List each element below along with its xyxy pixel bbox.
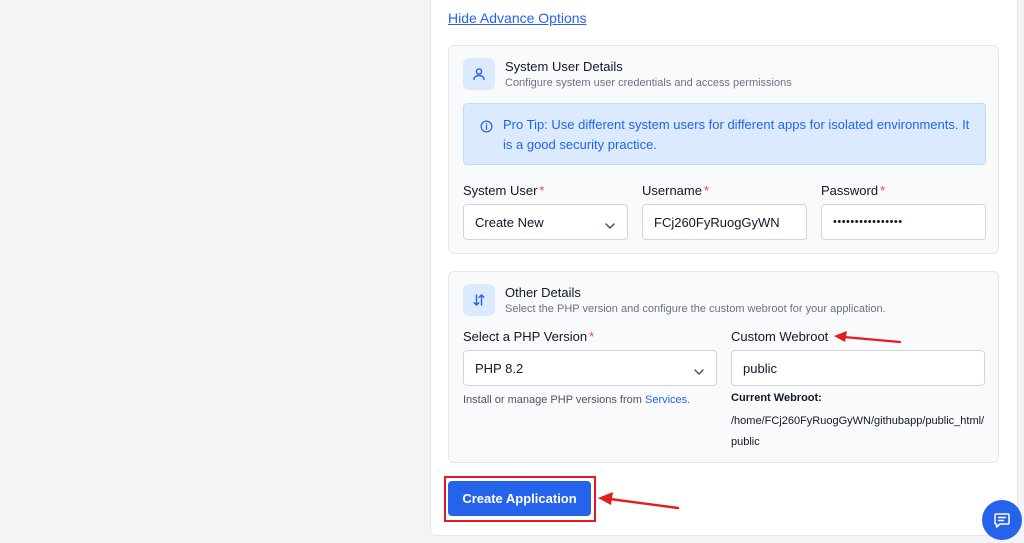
user-icon <box>463 58 495 90</box>
username-value: FCj260FyRuogGyWN <box>654 214 780 230</box>
php-help-suffix: . <box>687 394 691 406</box>
username-input[interactable]: FCj260FyRuogGyWN <box>642 204 807 240</box>
password-value: •••••••••••••••• <box>833 216 903 228</box>
system-user-section: System User Details Configure system use… <box>448 45 999 254</box>
other-details-section: Other Details Select the PHP version and… <box>448 271 999 463</box>
current-webroot-path: /home/FCj260FyRuogGyWN/githubapp/public_… <box>731 415 985 448</box>
custom-webroot-input[interactable]: public <box>731 350 985 386</box>
services-link[interactable]: Services <box>645 394 687 406</box>
php-help-prefix: Install or manage PHP versions from <box>463 394 645 406</box>
create-application-button[interactable]: Create Application <box>448 481 591 516</box>
section-description: Configure system user credentials and ac… <box>505 77 792 89</box>
php-version-select[interactable]: PHP 8.2 <box>463 350 717 386</box>
section-description: Select the PHP version and configure the… <box>505 303 886 315</box>
system-user-label-text: System User <box>463 183 538 198</box>
section-title: System User Details <box>505 59 623 74</box>
pro-tip-text: Pro Tip: Use different system users for … <box>503 117 970 152</box>
pro-tip-banner: Pro Tip: Use different system users for … <box>463 103 986 165</box>
password-input[interactable]: •••••••••••••••• <box>821 204 986 240</box>
info-icon <box>480 120 493 138</box>
system-user-value: Create New <box>475 214 544 230</box>
username-label-text: Username <box>642 183 702 198</box>
username-label: Username * <box>642 183 709 198</box>
required-marker: * <box>539 183 545 198</box>
required-marker: * <box>703 183 710 198</box>
custom-webroot-label: Custom Webroot <box>731 329 829 344</box>
current-webroot-label: Current Webroot: <box>731 392 822 404</box>
chat-icon[interactable] <box>982 500 1022 540</box>
required-marker: * <box>880 183 886 198</box>
password-label-text: Password <box>821 183 879 198</box>
required-marker: * <box>589 329 595 344</box>
system-user-label: System User * <box>463 183 544 198</box>
section-title: Other Details <box>505 285 581 300</box>
sort-arrows-icon <box>463 284 495 316</box>
custom-webroot-value: public <box>743 360 777 376</box>
php-version-label-text: Select a PHP Version <box>463 329 588 344</box>
php-version-label: Select a PHP Version * <box>463 329 594 344</box>
php-version-value: PHP 8.2 <box>475 360 524 376</box>
system-user-select[interactable]: Create New <box>463 204 628 240</box>
chevron-down-icon <box>605 218 615 233</box>
php-help-text: Install or manage PHP versions from Serv… <box>463 394 690 406</box>
chevron-down-icon <box>694 364 704 379</box>
hide-advance-options-link[interactable]: Hide Advance Options <box>448 10 587 26</box>
password-label: Password * <box>821 183 885 198</box>
